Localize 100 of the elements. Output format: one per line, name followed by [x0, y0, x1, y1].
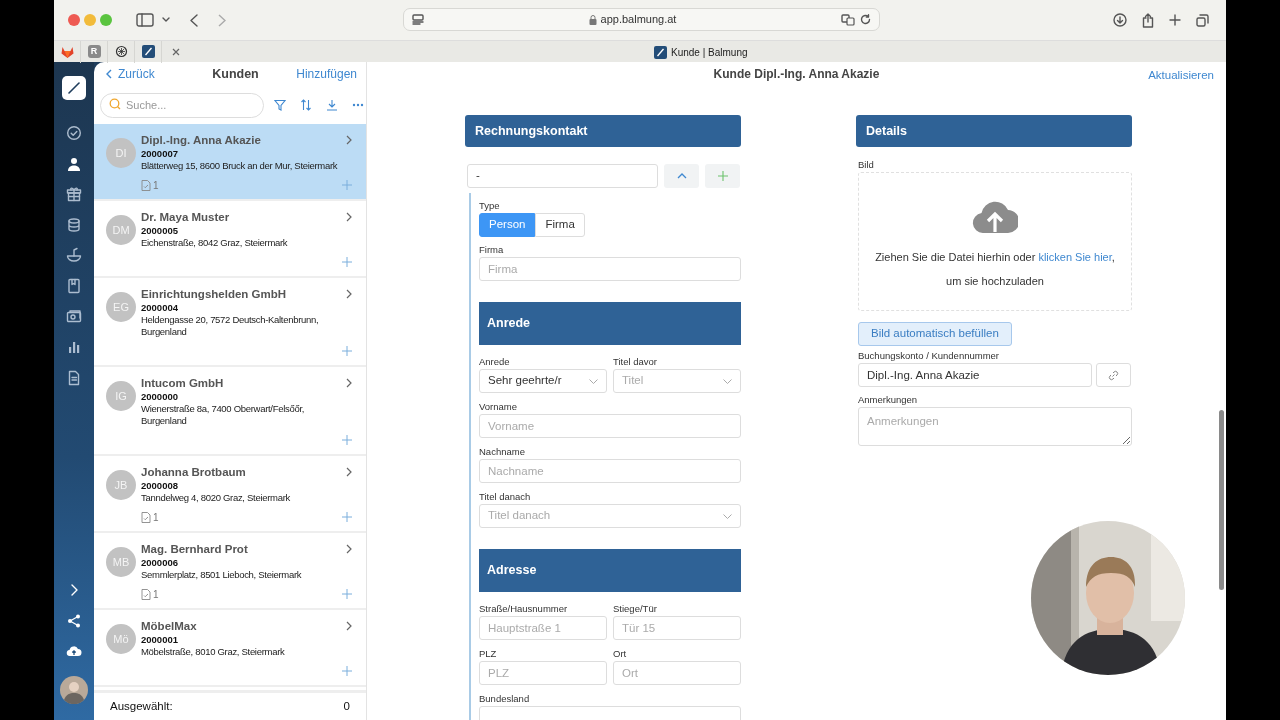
document-count: 1 — [153, 178, 159, 193]
person-icon[interactable] — [66, 155, 82, 172]
input-field[interactable]: Nachname — [479, 459, 741, 483]
notes-field[interactable]: Anmerkungen — [858, 407, 1132, 446]
customer-name: Dr. Maya Muster — [141, 210, 230, 225]
customer-number: 2000006 — [141, 557, 179, 569]
upload-hint: Ziehen Sie die Datei hierhin oder klicken Sie hier, um sie hochzuladen — [874, 250, 1116, 289]
refresh-link[interactable]: Aktualisieren — [1148, 67, 1214, 85]
input-field[interactable]: Firma — [479, 257, 741, 281]
translate-icon[interactable] — [841, 13, 855, 26]
page-title: Kunde Dipl.-Ing. Anna Akazie — [713, 66, 880, 83]
field-label: Buchungskonto / Kundennummer — [857, 349, 1000, 363]
chevron-right-icon — [346, 378, 352, 388]
type-toggle[interactable]: Firma — [535, 213, 585, 237]
download-icon[interactable] — [326, 98, 338, 111]
url-text: app.balmung.at — [600, 12, 677, 28]
back-icon[interactable] — [190, 13, 198, 27]
more-icon[interactable] — [352, 102, 364, 107]
customer-address: Tanndelweg 4, 8020 Graz, Steiermark — [141, 492, 291, 504]
customer-name: Dipl.-Ing. Anna Akazie — [141, 133, 261, 148]
field-label: Ort — [613, 647, 628, 661]
sidebar-icon[interactable] — [136, 13, 154, 27]
input-field[interactable]: Ort — [613, 661, 741, 685]
book-icon[interactable] — [66, 277, 82, 294]
stack-icon[interactable] — [66, 216, 82, 233]
selected-label: Ausgewählt: — [110, 698, 173, 714]
document-icon[interactable] — [66, 369, 82, 386]
contact-select[interactable]: - — [467, 164, 658, 188]
search-icon — [109, 98, 121, 110]
field-label: Titel davor — [613, 355, 658, 369]
reload-icon[interactable] — [860, 14, 871, 25]
customer-number: 2000005 — [141, 225, 179, 237]
lock-icon — [588, 14, 597, 25]
input-field[interactable]: Vorname — [479, 414, 741, 438]
customer-address: Möbelstraße, 8010 Graz, Steiermark — [141, 646, 286, 658]
new-tab-icon[interactable] — [1169, 14, 1181, 26]
input-field[interactable]: Hauptstraße 1 — [479, 616, 607, 640]
autofill-button[interactable]: Bild automatisch befüllen — [858, 322, 1012, 346]
fox-icon[interactable] — [60, 45, 74, 58]
input-field[interactable]: PLZ — [479, 661, 607, 685]
address-bar[interactable]: app.balmung.at — [403, 8, 880, 31]
section-header: Details — [856, 115, 1132, 147]
chevron-right-icon — [346, 289, 352, 299]
scrollbar-thumb[interactable] — [1219, 410, 1224, 590]
document-icon — [141, 588, 151, 600]
chevron-down-icon — [723, 513, 732, 519]
field-label: Titel danach — [479, 490, 532, 504]
document-icon — [141, 511, 151, 523]
bowl-icon[interactable] — [66, 247, 82, 264]
tabs-icon[interactable] — [1196, 13, 1209, 27]
customer-number: 2000008 — [141, 480, 179, 492]
input-field[interactable]: Dipl.-Ing. Anna Akazie — [858, 363, 1092, 387]
logo[interactable] — [62, 76, 86, 100]
check-circle-icon[interactable] — [66, 125, 82, 141]
share-icon[interactable] — [1142, 12, 1154, 28]
app-icon[interactable] — [654, 46, 667, 59]
customer-address: Eichenstraße, 8042 Graz, Steiermark — [141, 237, 289, 249]
field-label: Type — [479, 199, 501, 213]
field-label: Anrede — [479, 355, 511, 369]
share-icon[interactable] — [66, 612, 82, 629]
gift-icon[interactable] — [66, 186, 82, 203]
upload-dropzone[interactable]: Ziehen Sie die Datei hierhin oder klicken Sie hier, um sie hochzuladen — [858, 172, 1132, 311]
list-title: Kunden — [212, 65, 259, 83]
chevron-right-icon — [346, 544, 352, 554]
field-label: Firma — [479, 243, 505, 257]
back-link[interactable]: Zurück — [106, 65, 155, 83]
close-button[interactable] — [68, 14, 80, 26]
customer-address: Heldengasse 20, 7572 Deutsch-Kaltenbrunn, — [141, 314, 320, 326]
card-icon[interactable] — [66, 308, 82, 325]
customer-name: Einrichtungshelden GmbH — [141, 287, 287, 302]
sort-icon[interactable] — [300, 98, 312, 111]
reader-icon[interactable] — [412, 14, 424, 25]
tab-title[interactable]: Kunde | Balmung — [671, 45, 748, 60]
upload-link[interactable]: klicken Sie hier — [1038, 251, 1112, 263]
chevron-right-icon — [346, 467, 352, 477]
customer-number: 2000004 — [141, 302, 179, 314]
add-link[interactable]: Hinzufügen — [296, 65, 357, 83]
field-label: Straße/Hausnummer — [479, 602, 569, 616]
avatar[interactable] — [60, 676, 88, 704]
select-field[interactable]: Sehr geehrte/r — [479, 369, 607, 393]
input-field[interactable]: Tür 15 — [613, 616, 741, 640]
field-label: Nachname — [479, 445, 526, 459]
field-label: Bild — [857, 158, 875, 172]
customer-name: Intucom GmbH — [141, 376, 224, 391]
document-count: 1 — [153, 587, 159, 602]
filter-icon[interactable] — [274, 98, 286, 111]
section-header: Adresse — [479, 549, 741, 592]
app-icon[interactable] — [141, 45, 155, 58]
bar-chart-icon[interactable] — [66, 339, 82, 356]
customer-number: 2000001 — [141, 634, 179, 646]
section-header: Rechnungskontakt — [465, 115, 741, 147]
chevron-down-icon[interactable] — [162, 17, 170, 23]
customer-address: Wienerstraße 8a, 7400 Oberwart/Felsőőr, — [141, 403, 306, 415]
field-label: Vorname — [479, 400, 519, 414]
close-icon[interactable] — [171, 47, 180, 56]
document-count: 1 — [153, 510, 159, 525]
download-icon[interactable] — [1113, 13, 1127, 27]
cloud-upload-icon — [972, 199, 1018, 233]
search-field[interactable]: Suche... — [100, 92, 264, 118]
selected-count: 0 — [343, 698, 350, 714]
